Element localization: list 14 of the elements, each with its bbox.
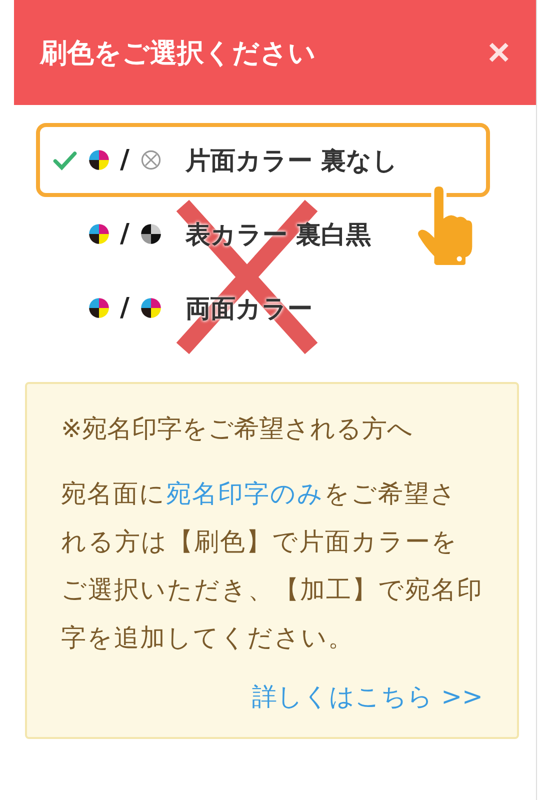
color-ink-icon <box>140 297 162 319</box>
notice-heading: ※宛名印字をご希望される方へ <box>61 413 414 445</box>
no-print-icon <box>140 149 162 171</box>
color-ink-icon <box>88 149 110 171</box>
mono-ink-icon <box>140 223 162 245</box>
dialog-title: 刷色をご選択ください <box>40 36 316 70</box>
color-ink-icon <box>88 297 110 319</box>
slash-text: / <box>120 145 130 175</box>
notice-text: 宛名面に宛名印字のみ をご希望される方は【刷色】で片面カラーをご選択いただき、【加工】で宛名印字を追加してください。 <box>61 478 483 654</box>
slash-text: / <box>120 219 130 249</box>
slash-text: / <box>120 293 130 323</box>
color-ink-icon <box>88 223 110 245</box>
option-label: 片面カラー 裏なし <box>186 144 398 176</box>
selected-option[interactable]: / 片面カラー 裏なし <box>36 123 490 197</box>
